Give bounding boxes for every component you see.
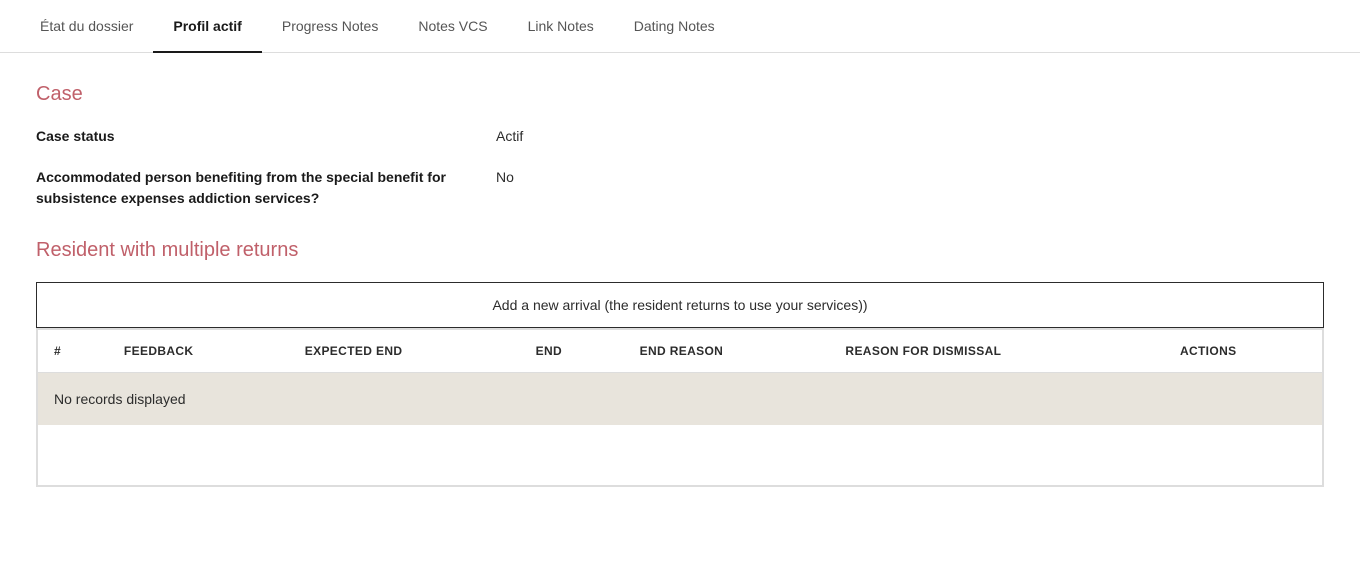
col-header-dismissal: REASON FOR DISMISSAL (829, 330, 1164, 373)
no-records-text: No records displayed (38, 373, 1323, 426)
resident-section: Resident with multiple returns Add a new… (36, 239, 1324, 487)
col-header-actions: ACTIONS (1164, 330, 1323, 373)
table-body: No records displayed (38, 373, 1323, 486)
tab-profil[interactable]: Profil actif (153, 0, 261, 52)
main-content: Case Case statusActifAccommodated person… (0, 53, 1360, 517)
resident-heading: Resident with multiple returns (36, 239, 1324, 262)
no-records-row: No records displayed (38, 373, 1323, 426)
table-wrapper: #FEEDBACKEXPECTED ENDENDEND REASONREASON… (36, 328, 1324, 487)
col-header-num: # (38, 330, 108, 373)
field-row-0: Case statusActif (36, 126, 1324, 147)
field-row-1: Accommodated person benefiting from the … (36, 167, 1324, 209)
col-header-end_reason: END REASON (624, 330, 830, 373)
tab-dating-notes[interactable]: Dating Notes (614, 0, 735, 52)
field-label-0: Case status (36, 126, 496, 147)
tab-progress[interactable]: Progress Notes (262, 0, 398, 52)
resident-table: #FEEDBACKEXPECTED ENDENDEND REASONREASON… (37, 329, 1323, 486)
tab-navigation: État du dossierProfil actifProgress Note… (0, 0, 1360, 53)
add-arrival-button[interactable]: Add a new arrival (the resident returns … (36, 282, 1324, 328)
col-header-end: END (520, 330, 624, 373)
case-section: Case Case statusActifAccommodated person… (36, 83, 1324, 209)
field-value-0: Actif (496, 126, 523, 147)
field-label-1: Accommodated person benefiting from the … (36, 167, 496, 209)
tab-link-notes[interactable]: Link Notes (508, 0, 614, 52)
tab-notes-vcs[interactable]: Notes VCS (398, 0, 507, 52)
col-header-expected_end: EXPECTED END (289, 330, 520, 373)
case-fields: Case statusActifAccommodated person bene… (36, 126, 1324, 209)
field-value-1: No (496, 167, 514, 188)
col-header-feedback: FEEDBACK (108, 330, 289, 373)
tab-etat[interactable]: État du dossier (20, 0, 153, 52)
empty-row (38, 425, 1323, 485)
case-heading: Case (36, 83, 1324, 106)
table-header-row: #FEEDBACKEXPECTED ENDENDEND REASONREASON… (38, 330, 1323, 373)
